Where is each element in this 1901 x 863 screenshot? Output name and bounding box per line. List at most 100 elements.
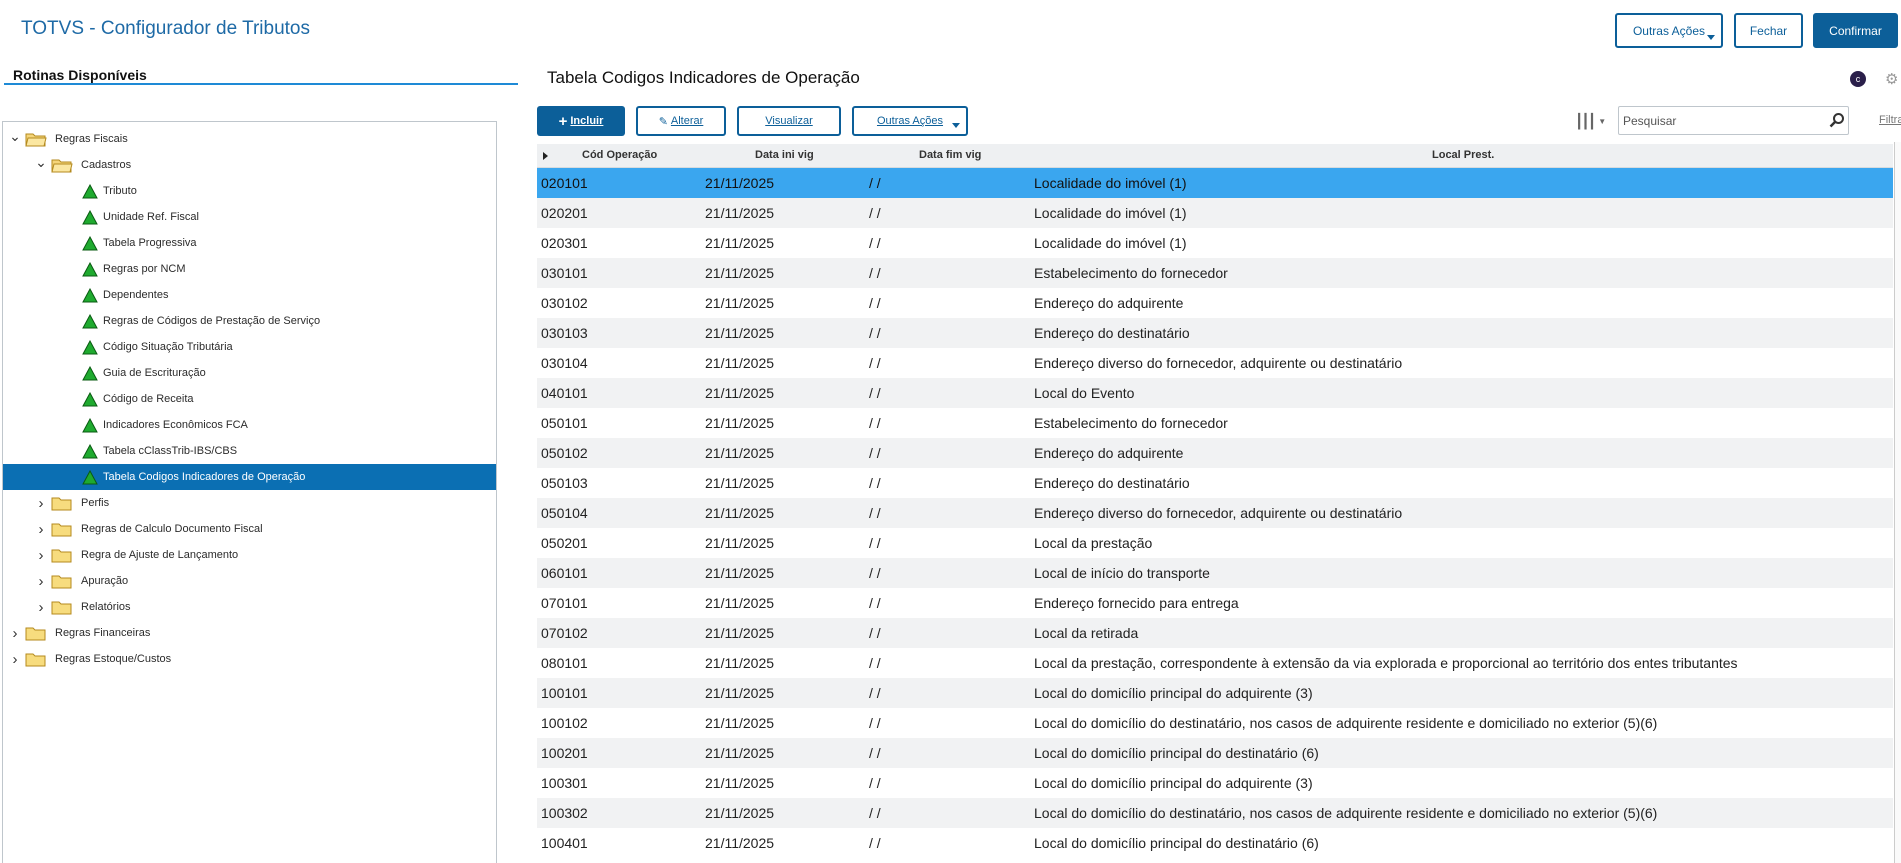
header-arrow-icon [543, 152, 548, 160]
table-row[interactable]: 020201 21/11/2025 / / Localidade do imóvel … [537, 198, 1893, 228]
filter-link[interactable]: Filtra [1879, 114, 1901, 126]
column-header-data-fim-vig[interactable]: Data fim vig [919, 149, 981, 161]
chevron-right-icon[interactable]: › [35, 547, 47, 564]
tree-item[interactable]: Tabela cClassTrib-IBS/CBS [3, 438, 496, 464]
search-icon[interactable] [1829, 112, 1845, 128]
outras-acoes-button[interactable]: Outras Ações [852, 106, 968, 136]
chevron-right-icon[interactable]: › [35, 599, 47, 616]
tree-item[interactable]: Regras por NCM [3, 256, 496, 282]
alterar-button[interactable]: ✎ Alterar [636, 106, 726, 136]
table-cell: 040101 [541, 385, 588, 401]
chevron-down-icon[interactable]: ⌄ [35, 154, 47, 170]
table-cell: 100302 [541, 805, 588, 821]
table-row[interactable]: 100301 21/11/2025 / / Local do domicílio pr… [537, 768, 1893, 798]
chevron-right-icon[interactable]: › [35, 521, 47, 538]
table-cell: 21/11/2025 [705, 325, 775, 341]
routine-icon [82, 365, 98, 381]
columns-toggle[interactable]: ┃┃┃ ▼ [1575, 110, 1615, 132]
search-input[interactable] [1618, 106, 1849, 135]
chevron-right-icon[interactable]: › [9, 625, 21, 642]
table-cell: / / [869, 415, 881, 431]
tree-item[interactable]: Código Situação Tributária [3, 334, 496, 360]
tree-item[interactable]: ⌄ Regras Fiscais [3, 126, 496, 152]
user-badge-icon[interactable]: c [1850, 71, 1866, 87]
column-header-local-prest[interactable]: Local Prest. [1432, 149, 1494, 161]
tree-item[interactable]: Regras de Códigos de Prestação de Serviç… [3, 308, 496, 334]
tree-item[interactable]: Unidade Ref. Fiscal [3, 204, 496, 230]
table-row[interactable]: 070102 21/11/2025 / / Local da retirada [537, 618, 1893, 648]
tree-item-label: Perfis [81, 497, 110, 509]
table-row[interactable]: 050104 21/11/2025 / / Endereço diverso do f… [537, 498, 1893, 528]
tree-item[interactable]: › Regra de Ajuste de Lançamento [3, 542, 496, 568]
tree-item[interactable]: › Regras Financeiras [3, 620, 496, 646]
routine-icon [82, 443, 98, 459]
table-cell: Endereço diverso do fornecedor, adquiren… [1034, 355, 1403, 371]
table-cell: 21/11/2025 [705, 655, 775, 671]
column-header-data-ini-vig[interactable]: Data ini vig [755, 149, 814, 161]
table-cell: / / [869, 445, 881, 461]
tree-item[interactable]: › Perfis [3, 490, 496, 516]
tree-item-label: Dependentes [103, 289, 169, 301]
chevron-right-icon[interactable]: › [9, 651, 21, 668]
table-row[interactable]: 100302 21/11/2025 / / Local do domicílio do… [537, 798, 1893, 828]
table-row[interactable]: 030104 21/11/2025 / / Endereço diverso do f… [537, 348, 1893, 378]
table-row[interactable]: 030102 21/11/2025 / / Endereço do adquirent… [537, 288, 1893, 318]
table-row[interactable]: 020301 21/11/2025 / / Localidade do imóvel … [537, 228, 1893, 258]
tree-item-label: Regras por NCM [103, 263, 186, 275]
chevron-right-icon[interactable]: › [35, 495, 47, 512]
table-row[interactable]: 050103 21/11/2025 / / Endereço do destinatá… [537, 468, 1893, 498]
chevron-right-icon[interactable]: › [35, 573, 47, 590]
chevron-down-icon[interactable]: ⌄ [9, 128, 21, 144]
tree-item-label: Unidade Ref. Fiscal [103, 211, 199, 223]
table-cell: / / [869, 205, 881, 221]
table-cell: 21/11/2025 [705, 835, 775, 851]
confirmar-button[interactable]: Confirmar [1813, 13, 1898, 48]
tree-item[interactable]: Tabela Codigos Indicadores de Operação [3, 464, 496, 490]
table-row[interactable]: 050201 21/11/2025 / / Local da prestação [537, 528, 1893, 558]
tree-item[interactable]: › Apuração [3, 568, 496, 594]
table-row[interactable]: 100401 21/11/2025 / / Local do domicílio pr… [537, 828, 1893, 858]
tree-item[interactable]: › Regras de Calculo Documento Fiscal [3, 516, 496, 542]
tree-item[interactable]: Tabela Progressiva [3, 230, 496, 256]
table-row[interactable]: 100101 21/11/2025 / / Local do domicílio pr… [537, 678, 1893, 708]
folder-icon [25, 625, 47, 641]
table-row[interactable]: 020101 21/11/2025 / / Localidade do imóvel … [537, 168, 1893, 198]
column-header-cod-operacao[interactable]: Cód Operação [582, 149, 657, 161]
tree-item[interactable]: Guia de Escrituração [3, 360, 496, 386]
incluir-button[interactable]: + Incluir [537, 106, 625, 136]
tree-item[interactable]: ⌄ Cadastros [3, 152, 496, 178]
table-row[interactable]: 030101 21/11/2025 / / Estabelecimento do fo… [537, 258, 1893, 288]
routine-icon [82, 469, 98, 485]
table-cell: Local do domicílio principal do destinat… [1034, 745, 1319, 761]
tree-item[interactable]: Dependentes [3, 282, 496, 308]
routine-icon [82, 417, 98, 433]
table-row[interactable]: 080101 21/11/2025 / / Local da prestação, c… [537, 648, 1893, 678]
table-row[interactable]: 100102 21/11/2025 / / Local do domicílio do… [537, 708, 1893, 738]
gear-icon[interactable]: ⚙ [1885, 70, 1898, 88]
tree-item[interactable]: Tributo [3, 178, 496, 204]
tree-item[interactable]: › Relatórios [3, 594, 496, 620]
table-row[interactable]: 060101 21/11/2025 / / Local de início do tr… [537, 558, 1893, 588]
fechar-button[interactable]: Fechar [1734, 13, 1803, 48]
table-cell: 070102 [541, 625, 588, 641]
header-outras-acoes-button[interactable]: Outras Ações [1615, 13, 1723, 48]
table-row[interactable]: 030103 21/11/2025 / / Endereço do destinatá… [537, 318, 1893, 348]
table-row[interactable]: 050102 21/11/2025 / / Endereço do adquirent… [537, 438, 1893, 468]
routine-icon [82, 313, 98, 329]
tree-item[interactable]: Código de Receita [3, 386, 496, 412]
tree-item-label: Tabela Progressiva [103, 237, 197, 249]
folder-icon [51, 521, 73, 537]
columns-icon: ┃┃┃ [1575, 112, 1596, 129]
table-row[interactable]: 070101 21/11/2025 / / Endereço fornecido pa… [537, 588, 1893, 618]
table-row[interactable]: 040101 21/11/2025 / / Local do Evento [537, 378, 1893, 408]
grid-scrollbar[interactable] [1894, 142, 1901, 863]
tree-item-label: Tabela Codigos Indicadores de Operação [103, 471, 306, 483]
tree-item[interactable]: › Regras Estoque/Custos [3, 646, 496, 672]
table-cell: / / [869, 385, 881, 401]
folder-open-icon [25, 131, 47, 147]
tree-item[interactable]: Indicadores Econômicos FCA [3, 412, 496, 438]
table-row[interactable]: 100201 21/11/2025 / / Local do domicílio pr… [537, 738, 1893, 768]
table-row[interactable]: 050101 21/11/2025 / / Estabelecimento do fo… [537, 408, 1893, 438]
folder-icon [51, 547, 73, 563]
visualizar-button[interactable]: Visualizar [737, 106, 841, 136]
